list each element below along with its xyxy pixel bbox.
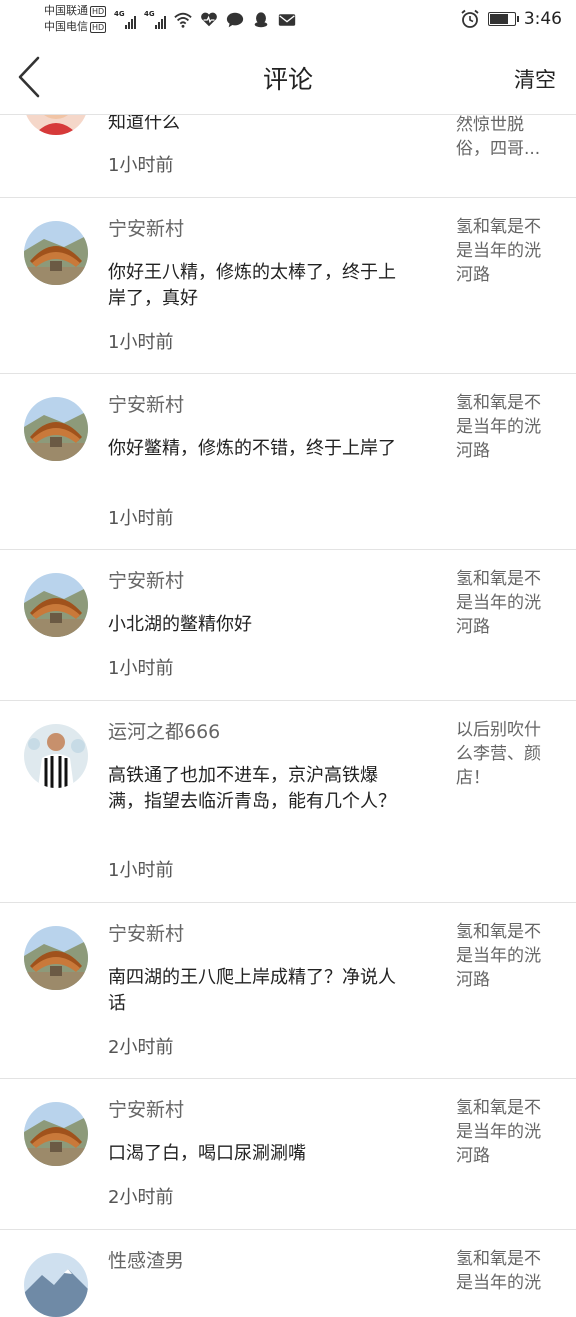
signal-icon-1: 4G — [114, 11, 136, 29]
signal-icon-2: 4G — [144, 11, 166, 29]
comment-item[interactable]: 知道什么 1小时前 然惊世脱俗，四哥... — [0, 71, 576, 198]
avatar — [24, 397, 88, 461]
comment-item[interactable]: 性感渣男 氢和氧是不是当年的洸 — [0, 1230, 576, 1317]
mail-icon — [278, 14, 296, 26]
quoted-text[interactable]: 氢和氧是不是当年的洸河路 — [456, 920, 556, 992]
comment-text: 高铁通了也加不进车，京沪高铁爆满，指望去临沂青岛，能有几个人？ — [108, 765, 396, 812]
comment-time: 1小时前 — [108, 860, 174, 881]
comment-item[interactable]: 宁安新村 小北湖的鳖精你好 1小时前 氢和氧是不是当年的洸河路 — [0, 550, 576, 701]
status-bar: 中国联通 HD 中国电信 HD 4G 4G 3:46 — [0, 0, 576, 40]
quoted-text[interactable]: 氢和氧是不是当年的洸河路 — [456, 215, 556, 287]
avatar — [24, 1253, 88, 1317]
comment-text: 南四湖的王八爬上岸成精了？净说人话 — [108, 967, 396, 1014]
comment-item[interactable]: 宁安新村 口渴了白，喝口尿涮涮嘴 2小时前 氢和氧是不是当年的洸河路 — [0, 1079, 576, 1230]
commenter-name[interactable]: 宁安新村 — [108, 1097, 184, 1123]
comment-text: 口渴了白，喝口尿涮涮嘴 — [108, 1143, 306, 1164]
avatar — [24, 1102, 88, 1166]
comment-time: 1小时前 — [108, 155, 174, 176]
commenter-name[interactable]: 宁安新村 — [108, 392, 184, 418]
app-header: 评论 清空 — [0, 40, 576, 115]
comment-text: 你好鳖精，修炼的不错，终于上岸了 — [108, 438, 396, 459]
commenter-name[interactable]: 性感渣男 — [108, 1248, 184, 1274]
comment-item[interactable]: 宁安新村 南四湖的王八爬上岸成精了？净说人话 2小时前 氢和氧是不是当年的洸河路 — [0, 903, 576, 1079]
comment-list: 知道什么 1小时前 然惊世脱俗，四哥... 宁安新村 你好王八精，修炼的太棒了，… — [0, 71, 576, 1317]
carrier-1: 中国联通 — [44, 4, 88, 17]
battery-icon — [487, 12, 519, 26]
comment-item[interactable]: 运河之都666 高铁通了也加不进车，京沪高铁爆满，指望去临沂青岛，能有几个人？ … — [0, 701, 576, 903]
avatar — [24, 221, 88, 285]
clock: 3:46 — [523, 9, 562, 29]
quoted-text[interactable]: 然惊世脱俗，四哥... — [456, 113, 556, 161]
comment-time: 1小时前 — [108, 508, 174, 529]
commenter-name[interactable]: 宁安新村 — [108, 216, 184, 242]
commenter-name[interactable]: 宁安新村 — [108, 921, 184, 947]
quoted-text[interactable]: 氢和氧是不是当年的洸河路 — [456, 1096, 556, 1168]
health-icon — [201, 12, 217, 27]
quoted-text[interactable]: 氢和氧是不是当年的洸河路 — [456, 567, 556, 639]
quoted-text[interactable]: 以后别吹什么李营、颜店！ — [456, 718, 556, 790]
alarm-icon — [461, 9, 479, 28]
clear-button[interactable]: 清空 — [514, 64, 556, 94]
avatar — [24, 926, 88, 990]
comment-time: 2小时前 — [108, 1187, 174, 1208]
carrier-info: 中国联通 HD 中国电信 HD — [44, 3, 107, 35]
page-title: 评论 — [262, 65, 313, 94]
comment-item[interactable]: 宁安新村 你好王八精，修炼的太棒了，终于上岸了，真好 1小时前 氢和氧是不是当年… — [0, 198, 576, 374]
comment-text: 你好王八精，修炼的太棒了，终于上岸了，真好 — [108, 262, 396, 309]
comment-time: 2小时前 — [108, 1037, 174, 1058]
wifi-icon — [174, 12, 192, 28]
message-icon — [226, 12, 244, 28]
qq-icon — [254, 12, 268, 28]
quoted-text[interactable]: 氢和氧是不是当年的洸河路 — [456, 391, 556, 463]
comment-time: 1小时前 — [108, 332, 174, 353]
comment-time: 1小时前 — [108, 658, 174, 679]
commenter-name[interactable]: 宁安新村 — [108, 568, 184, 594]
comment-text: 小北湖的鳖精你好 — [108, 614, 252, 635]
comment-item[interactable]: 宁安新村 你好鳖精，修炼的不错，终于上岸了 1小时前 氢和氧是不是当年的洸河路 — [0, 374, 576, 550]
hd-badge-2: HD — [90, 21, 107, 33]
avatar — [24, 573, 88, 637]
commenter-name[interactable]: 运河之都666 — [108, 719, 220, 745]
quoted-text[interactable]: 氢和氧是不是当年的洸 — [456, 1247, 556, 1295]
hd-badge-1: HD — [90, 5, 107, 17]
avatar — [24, 724, 88, 788]
carrier-2: 中国电信 — [44, 20, 88, 33]
